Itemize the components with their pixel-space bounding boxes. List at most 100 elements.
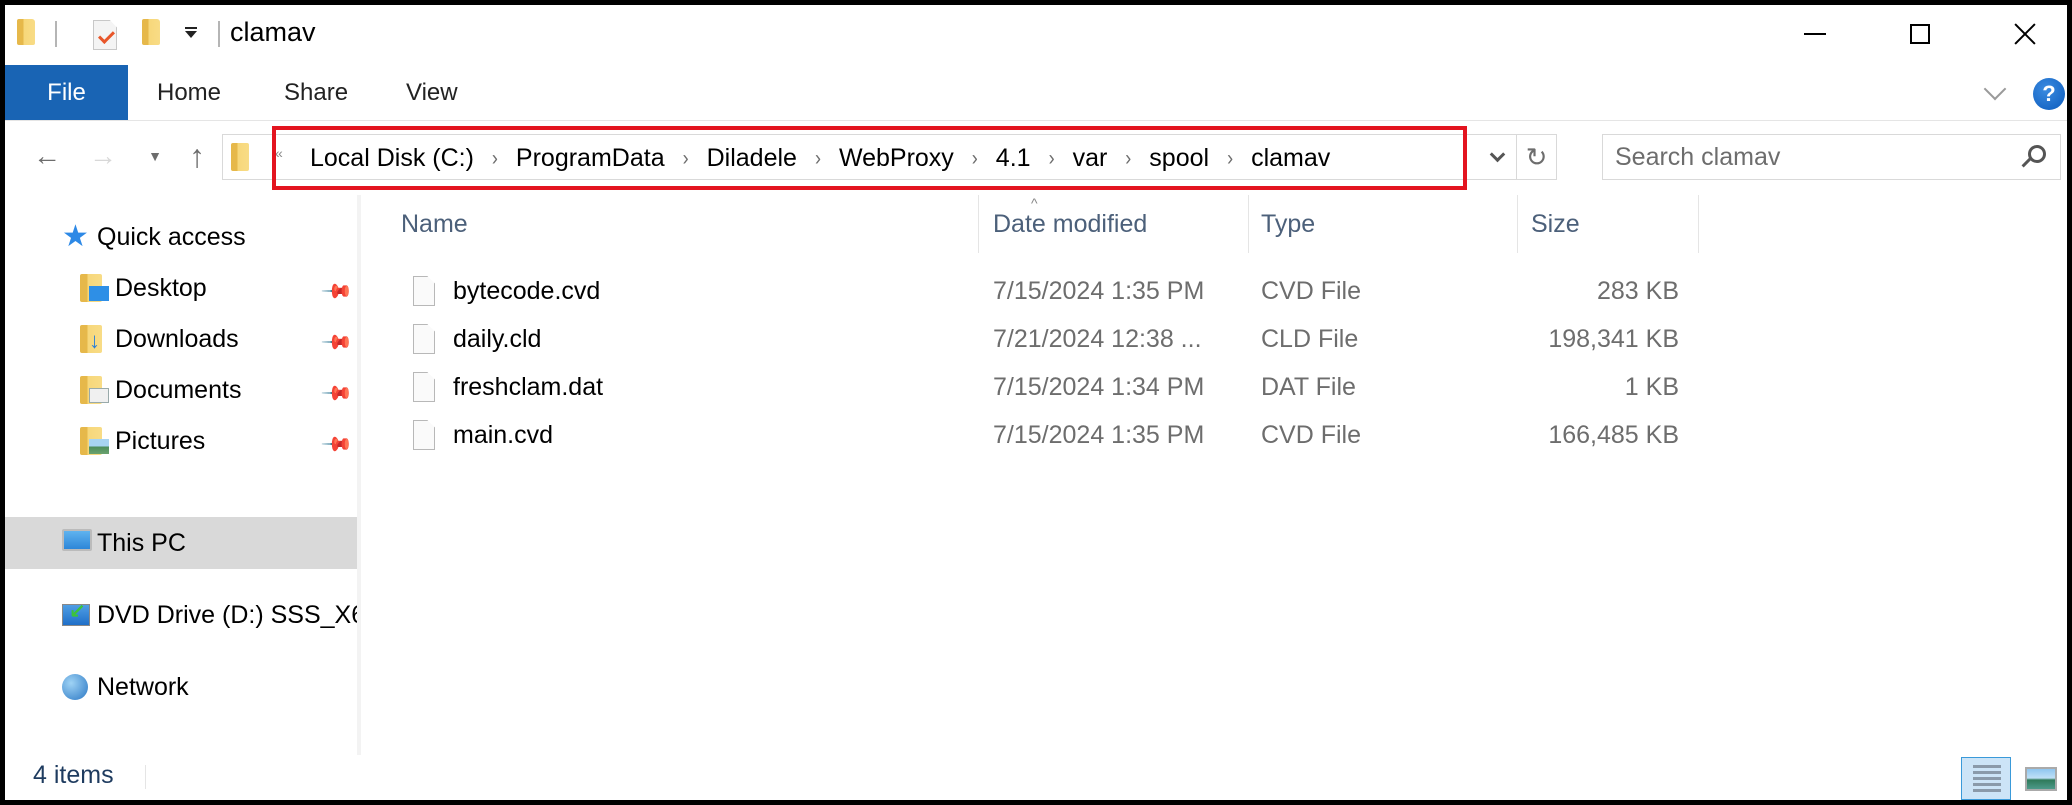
file-type: CVD File	[1261, 420, 1362, 449]
pin-icon[interactable]: 📌	[320, 427, 353, 461]
sidebar-item-desktop[interactable]: Desktop 📌	[5, 262, 357, 314]
recent-locations-button[interactable]: ▼	[140, 138, 170, 174]
file-size: 1 KB	[1624, 372, 1679, 401]
pin-icon[interactable]: 📌	[320, 376, 353, 410]
breadcrumb-local-disk[interactable]: Local Disk (C:)	[308, 144, 476, 173]
sidebar-item-dvd-drive[interactable]: DVD Drive (D:) SSS_X6	[5, 589, 357, 641]
breadcrumb-version[interactable]: 4.1	[994, 144, 1033, 173]
star-icon: ★	[62, 220, 89, 253]
computer-icon	[62, 529, 92, 551]
forward-button[interactable]: →	[83, 138, 123, 174]
table-row[interactable]: main.cvd 7/15/2024 1:35 PM CVD File 166,…	[361, 411, 1701, 459]
column-divider[interactable]	[1698, 195, 1699, 253]
column-divider[interactable]	[1248, 195, 1249, 253]
tab-view[interactable]: View	[406, 65, 458, 120]
breadcrumb-diladele[interactable]: Diladele	[705, 144, 799, 173]
pin-icon[interactable]: 📌	[320, 274, 353, 308]
table-row[interactable]: daily.cld 7/21/2024 12:38 ... CLD File 1…	[361, 315, 1701, 363]
address-bar[interactable]: « Local Disk (C:) › ProgramData › Dilade…	[222, 134, 1557, 180]
chevron-right-icon[interactable]: ›	[1049, 145, 1055, 170]
address-history-dropdown-icon[interactable]	[1482, 135, 1512, 179]
sidebar-item-documents[interactable]: Documents 📌	[5, 364, 357, 416]
up-button[interactable]: ↑	[177, 138, 217, 174]
table-row[interactable]: bytecode.cvd 7/15/2024 1:35 PM CVD File …	[361, 267, 1701, 315]
file-date-modified: 7/21/2024 12:38 ...	[993, 324, 1202, 353]
file-name: bytecode.cvd	[453, 276, 601, 305]
column-header-date-modified[interactable]: Date modified	[993, 195, 1147, 253]
sidebar-item-pictures[interactable]: Pictures 📌	[5, 415, 357, 467]
chevron-right-icon[interactable]: ›	[492, 145, 498, 170]
sidebar-item-this-pc[interactable]: This PC	[5, 517, 357, 569]
refresh-button[interactable]: ↻	[1516, 135, 1556, 179]
item-count: 4 items	[33, 761, 114, 789]
column-header-type[interactable]: Type	[1261, 195, 1315, 253]
sidebar-item-label: This PC	[97, 528, 186, 557]
breadcrumb-webproxy[interactable]: WebProxy	[837, 144, 956, 173]
breadcrumb-var[interactable]: var	[1071, 144, 1110, 173]
chevron-right-icon[interactable]: ›	[972, 145, 978, 170]
sidebar-item-label: DVD Drive (D:) SSS_X6	[97, 600, 357, 629]
search-input[interactable]	[1615, 135, 2015, 179]
column-divider[interactable]	[1517, 195, 1518, 253]
status-bar: 4 items	[5, 755, 2067, 800]
search-icon[interactable]	[2022, 145, 2046, 169]
tab-home[interactable]: Home	[157, 65, 221, 120]
file-icon	[413, 276, 435, 306]
expand-ribbon-chevron-icon[interactable]	[1985, 83, 2003, 101]
sidebar-item-label: Quick access	[97, 222, 246, 251]
breadcrumb: Local Disk (C:) › ProgramData › Diladele…	[308, 135, 1332, 181]
file-name: freshclam.dat	[453, 372, 604, 401]
help-button[interactable]: ?	[2033, 78, 2065, 110]
file-date-modified: 7/15/2024 1:35 PM	[993, 420, 1205, 449]
folder-icon	[231, 143, 249, 171]
sidebar-item-network[interactable]: Network	[5, 661, 357, 713]
downloads-folder-icon	[80, 325, 102, 354]
tab-file[interactable]: File	[5, 65, 128, 120]
ribbon: File Home Share View ?	[5, 65, 2067, 121]
pin-icon[interactable]: 📌	[320, 325, 353, 359]
close-icon	[2014, 23, 2036, 45]
breadcrumb-clamav[interactable]: clamav	[1249, 144, 1332, 173]
maximize-button[interactable]	[1867, 5, 1972, 63]
window-title: clamav	[230, 17, 316, 47]
large-icons-view-button[interactable]	[2025, 767, 2057, 791]
file-explorer-window: clamav File Home Share View ? ← → ▼ ↑ « …	[5, 5, 2067, 800]
customize-dropdown-icon[interactable]	[185, 27, 197, 38]
breadcrumb-programdata[interactable]: ProgramData	[514, 144, 667, 173]
new-folder-icon[interactable]	[142, 19, 160, 45]
file-name: main.cvd	[453, 420, 554, 449]
sidebar-item-label: Downloads	[115, 324, 239, 353]
file-type: CVD File	[1261, 276, 1362, 305]
column-header-size[interactable]: Size	[1531, 195, 1580, 253]
file-type: DAT File	[1261, 372, 1356, 401]
breadcrumb-spool[interactable]: spool	[1147, 144, 1211, 173]
minimize-button[interactable]	[1762, 5, 1867, 63]
column-header-name[interactable]: Name	[401, 195, 468, 253]
chevron-right-icon[interactable]: ›	[683, 145, 689, 170]
sidebar-item-downloads[interactable]: Downloads 📌	[5, 313, 357, 365]
file-icon	[413, 420, 435, 450]
file-size: 166,485 KB	[1548, 420, 1679, 449]
separator	[218, 21, 220, 47]
sidebar-item-label: Documents	[115, 375, 242, 404]
sidebar-item-label: Network	[97, 672, 189, 701]
details-view-icon	[1973, 765, 2001, 768]
separator	[55, 21, 57, 47]
file-size: 283 KB	[1596, 276, 1679, 305]
back-button[interactable]: ←	[27, 138, 67, 174]
chevron-right-icon[interactable]: ›	[815, 145, 821, 170]
properties-icon[interactable]	[93, 20, 117, 50]
details-view-button[interactable]	[1961, 757, 2011, 800]
chevron-right-icon[interactable]: ›	[1227, 145, 1233, 170]
column-divider[interactable]	[978, 195, 979, 253]
tab-share[interactable]: Share	[284, 65, 348, 120]
folder-icon	[17, 19, 35, 45]
table-row[interactable]: freshclam.dat 7/15/2024 1:34 PM DAT File…	[361, 363, 1701, 411]
file-type: CLD File	[1261, 324, 1359, 353]
chevron-right-icon[interactable]: ›	[1125, 145, 1131, 170]
sidebar-item-quick-access[interactable]: ★ Quick access	[5, 211, 357, 263]
breadcrumb-overflow-button[interactable]: «	[275, 145, 283, 161]
file-name: daily.cld	[453, 324, 542, 353]
search-box[interactable]	[1602, 134, 2061, 180]
close-button[interactable]	[1972, 5, 2067, 63]
